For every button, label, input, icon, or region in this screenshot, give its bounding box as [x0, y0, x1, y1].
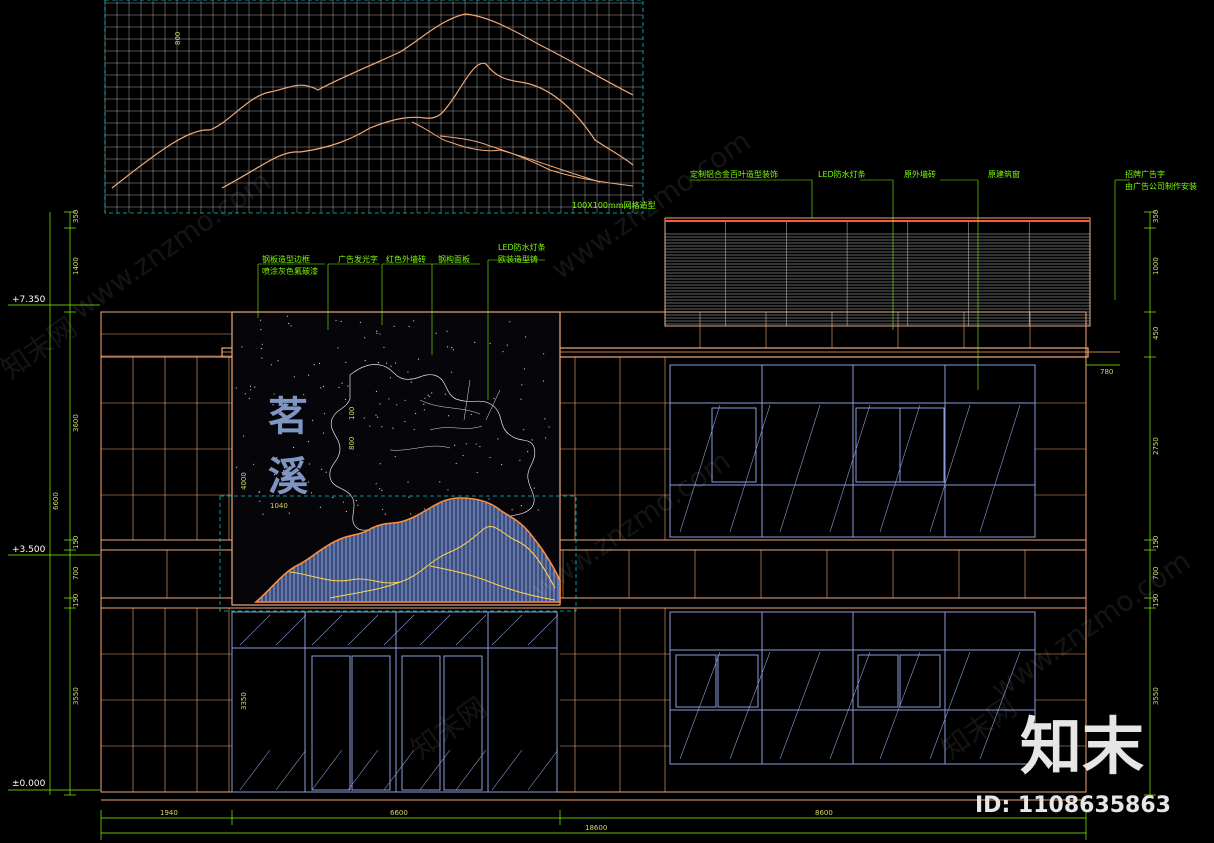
grid-mountain-outline-1 [111, 13, 634, 189]
door-glass-hatch [239, 614, 559, 791]
grid-mountain-outline-4 [411, 121, 601, 183]
sign-dim-b: 100 [348, 407, 356, 420]
level-mid: +3.500 [12, 545, 46, 555]
annotation-steel-frame: 钢板造型边框 [262, 254, 310, 264]
annotation-led-strip: LED防水灯条 [818, 169, 866, 179]
sign-char-1: 茗 [268, 393, 308, 440]
right-dim-1: 350 [1152, 210, 1160, 223]
left-dim-2: 1400 [72, 257, 80, 275]
grid-panel-border [104, 0, 644, 214]
annotation-ad-text-1: 招牌广告字 [1125, 169, 1165, 179]
left-dim-7: 150 [72, 594, 80, 607]
right-dim-3: 450 [1152, 327, 1160, 340]
watermark-site-1: www.znzmo.com [65, 164, 276, 326]
sign-panel: 茗 溪 1040 4000 800 100 [219, 311, 577, 612]
left-dim-3: 3600 [72, 414, 80, 432]
bottom-dim-3: 8600 [815, 809, 833, 817]
left-dim-8: 3550 [72, 687, 80, 705]
annotation-led-line-2: 欧装造型铸 [498, 254, 538, 264]
watermark-cn-1: 知末网 [0, 311, 83, 386]
right-dim-8: 3550 [1152, 687, 1160, 705]
annotation-ad-text-2: 由广告公司制作安装 [1125, 181, 1197, 191]
watermark-cn-2: 知末网 [405, 691, 493, 766]
annotation-led-line-1: LED防水灯条 [498, 242, 546, 252]
watermark-site-4: www.znzmo.com [985, 544, 1196, 706]
annotation-steel-grid: 钢构面板 [438, 254, 470, 264]
right-dim-5: 150 [1152, 536, 1160, 549]
sign-width-dim: 1040 [270, 502, 288, 510]
watermark-cn-3: 知末网 [935, 691, 1023, 766]
right-dimension-chain [1086, 211, 1156, 796]
grid-mountain-outline-2 [221, 62, 634, 189]
annotation-exterior-tile: 原外墙砖 [904, 169, 936, 179]
door-height-dim: 3350 [240, 692, 248, 710]
annotation-orig-window: 原建筑窗 [988, 169, 1020, 179]
storefront-doors [231, 611, 558, 793]
sign-height-dim: 4000 [240, 472, 248, 490]
level-ground: ±0.000 [12, 779, 46, 789]
upper-windows [669, 364, 1036, 538]
overhang-dim: 780 [1100, 368, 1113, 376]
right-dim-4: 2750 [1152, 437, 1160, 455]
sign-dim-a: 800 [348, 437, 356, 450]
grid-panel [104, 0, 643, 213]
louver-box [664, 217, 1091, 327]
left-dim-6: 700 [72, 567, 80, 580]
annotation-ad-glow-text: 广告发光字 [338, 254, 378, 264]
left-dim-1: 350 [72, 210, 80, 223]
left-dim-5: 150 [72, 536, 80, 549]
annotation-stone-coating: 喷涂灰色氟碳漆 [262, 266, 318, 276]
bottom-dim-total: 18600 [585, 824, 607, 832]
window-glass-hatch [679, 404, 1021, 760]
sign-char-2: 溪 [268, 453, 308, 500]
watermark-id: ID: 1108635863 [975, 793, 1171, 818]
annotation-red-wall-tile: 红色外墙砖 [386, 254, 426, 264]
bottom-dim-1: 1940 [160, 809, 178, 817]
grid-dim-800: 800 [174, 32, 182, 45]
right-dim-2: 1000 [1152, 257, 1160, 275]
facade-elevation-drawing: 800 100X100mm网格造型 茗 溪 1040 4000 800 100 … [0, 0, 1197, 840]
bottom-dim-2: 6600 [390, 809, 408, 817]
watermark-logo: 知末 [1020, 710, 1144, 783]
left-dim-4: 6600 [52, 492, 60, 510]
level-top: +7.350 [12, 295, 46, 305]
